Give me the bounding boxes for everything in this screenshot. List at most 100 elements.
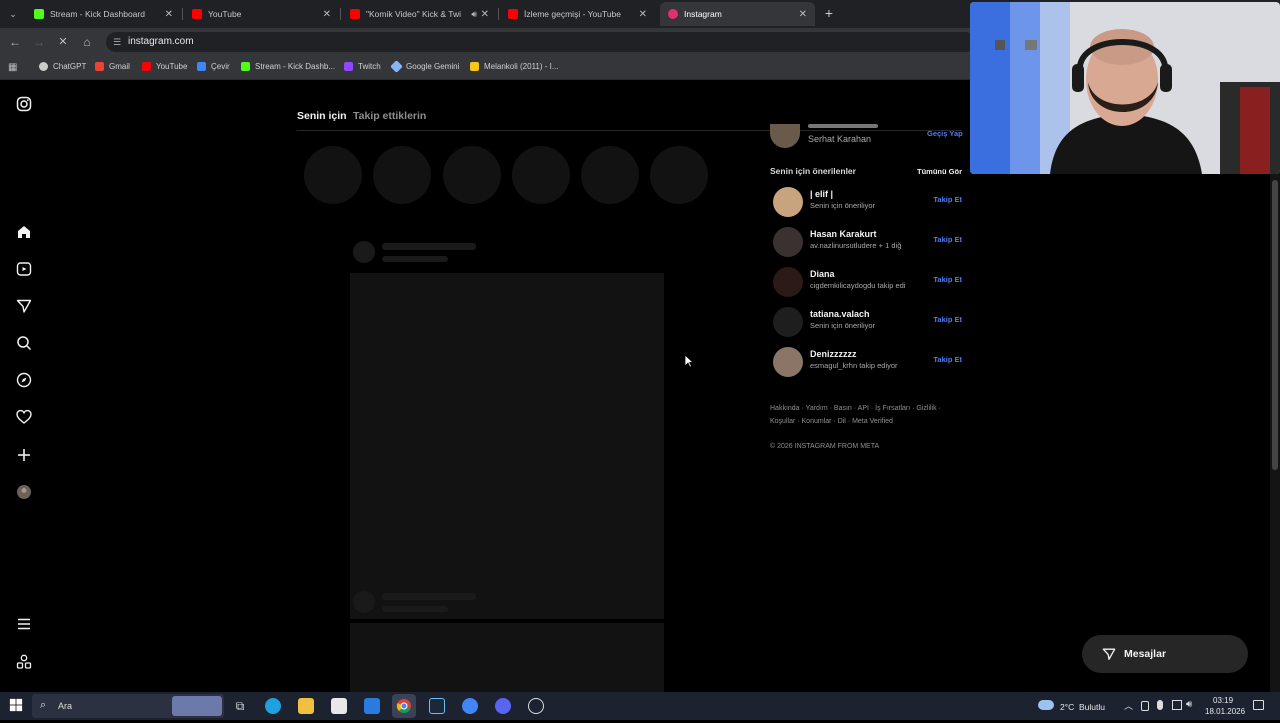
close-tab-icon[interactable]: ✕ — [323, 9, 331, 20]
suggestion-username[interactable]: | elif | — [810, 189, 833, 199]
stop-loading-icon[interactable]: ✕ — [56, 35, 70, 49]
tab-youtube[interactable]: YouTube ✕ — [184, 2, 339, 26]
follow-button[interactable]: Takip Et — [933, 355, 962, 364]
search-icon: ⌕ — [40, 699, 47, 711]
tab-title: "Komik Video" Kick & Twitc — [366, 9, 461, 19]
edge-browser-icon[interactable] — [265, 698, 281, 714]
reels-nav-icon[interactable] — [16, 261, 32, 277]
tab-instagram[interactable]: Instagram ✕ — [660, 2, 815, 26]
close-tab-icon[interactable]: ✕ — [165, 9, 173, 20]
notifications-heart-icon[interactable] — [16, 409, 32, 425]
bookmark-cevir[interactable]: Çevir — [197, 62, 230, 71]
taskbar-search-box[interactable]: ⌕ Ara — [32, 694, 224, 718]
bookmark-chatgpt[interactable]: ChatGPT — [39, 62, 86, 71]
close-tab-icon[interactable]: ✕ — [799, 9, 807, 20]
apps-grid-icon[interactable]: ▦ — [8, 62, 17, 73]
footer-links-line-1[interactable]: Hakkında · Yardım · Basın · API · İş Fır… — [770, 405, 941, 412]
chrome-active-icon[interactable] — [392, 694, 416, 718]
file-explorer-icon[interactable] — [298, 698, 314, 714]
home-nav-icon[interactable] — [16, 224, 32, 240]
tray-overflow-chevron-icon[interactable]: ︿ — [1124, 699, 1133, 712]
task-view-icon[interactable]: ⧉ — [232, 698, 248, 714]
explore-compass-icon[interactable] — [16, 372, 32, 388]
follow-button[interactable]: Takip Et — [933, 235, 962, 244]
microsoft-store-icon[interactable] — [331, 698, 347, 714]
speaker-icon[interactable]: 🔊︎ — [471, 9, 477, 20]
tab-senin-icin[interactable]: Senin için — [297, 110, 347, 122]
microphone-icon[interactable] — [1157, 700, 1163, 710]
avatar[interactable] — [773, 307, 803, 337]
discord-icon[interactable] — [495, 698, 511, 714]
search-nav-icon[interactable] — [16, 335, 32, 351]
instagram-favicon-icon — [668, 9, 678, 19]
messages-nav-icon[interactable] — [16, 298, 32, 314]
tab-search-chevron-icon[interactable]: ⌄ — [6, 7, 20, 21]
switch-account-link[interactable]: Geçiş Yap — [927, 129, 963, 138]
instagram-logo-icon[interactable] — [16, 96, 32, 112]
search-highlight-image-icon — [172, 696, 222, 716]
site-info-icon[interactable]: ☰ — [113, 32, 121, 52]
mail-app-icon[interactable] — [364, 698, 380, 714]
volume-icon[interactable]: 🔊︎ — [1186, 699, 1192, 710]
steam-icon[interactable] — [429, 698, 445, 714]
tab-komik-video[interactable]: "Komik Video" Kick & Twitc 🔊︎ ✕ — [342, 2, 497, 26]
suggestion-reason: Senin için öneriliyor — [810, 321, 876, 330]
bookmark-gemini[interactable]: Google Gemini — [390, 60, 459, 73]
weather-text[interactable]: 2°C Bulutlu — [1060, 702, 1105, 712]
current-user-avatar[interactable] — [770, 124, 800, 148]
suggestion-username[interactable]: Hasan Karakurt — [810, 229, 877, 239]
profile-avatar[interactable] — [16, 484, 32, 500]
bookmark-kick[interactable]: Stream - Kick Dashb... — [241, 62, 335, 71]
forward-arrow-icon[interactable]: → — [32, 35, 46, 49]
messages-button[interactable]: Mesajlar — [1082, 635, 1248, 673]
page-scrollbar-thumb[interactable] — [1272, 180, 1278, 470]
close-tab-icon[interactable]: ✕ — [639, 9, 647, 20]
create-plus-icon[interactable] — [16, 447, 32, 463]
bookmark-gmail[interactable]: Gmail — [95, 62, 130, 71]
mouse-cursor-icon — [684, 354, 695, 368]
post-sub-placeholder — [382, 606, 448, 612]
obs-studio-icon[interactable] — [528, 698, 544, 714]
youtube-icon — [142, 62, 151, 71]
home-icon[interactable]: ⌂ — [80, 35, 94, 49]
suggestion-username[interactable]: Denizzzzzz — [810, 349, 857, 359]
bookmark-twitch[interactable]: Twitch — [344, 62, 381, 71]
tray-icon-1[interactable] — [1141, 701, 1149, 711]
suggestion-item: Hasan Karakurt av.nazlinursutludere + 1 … — [770, 225, 965, 259]
bookmark-melankoli[interactable]: Melankoli (2011) - I... — [470, 62, 559, 71]
tab-izleme-gecmisi[interactable]: İzleme geçmişi - YouTube ✕ — [500, 2, 655, 26]
follow-button[interactable]: Takip Et — [933, 195, 962, 204]
suggestion-item: Diana cigdemkilicaydogdu takip edi Takip… — [770, 265, 965, 299]
bookmark-youtube[interactable]: YouTube — [142, 62, 187, 71]
weather-icon[interactable] — [1038, 700, 1054, 710]
follow-button[interactable]: Takip Et — [933, 275, 962, 284]
avatar[interactable] — [773, 267, 803, 297]
bookmark-label: YouTube — [156, 62, 188, 71]
meta-apps-icon[interactable] — [16, 654, 32, 670]
story-placeholder — [650, 146, 708, 204]
more-menu-icon[interactable] — [16, 616, 32, 632]
avatar[interactable] — [773, 227, 803, 257]
story-placeholder — [443, 146, 501, 204]
notification-center-icon[interactable] — [1253, 700, 1264, 710]
avatar[interactable] — [773, 187, 803, 217]
new-tab-plus-icon[interactable]: + — [822, 6, 836, 20]
footer-links-line-2[interactable]: Koşullar · Konumlar · Dil · Meta Verifie… — [770, 418, 893, 425]
follow-button[interactable]: Takip Et — [933, 315, 962, 324]
tab-title: YouTube — [208, 9, 242, 19]
clock-time[interactable]: 03:19 — [1213, 696, 1233, 705]
tab-separator — [182, 8, 183, 20]
close-tab-icon[interactable]: ✕ — [481, 9, 489, 20]
address-bar[interactable]: ☰ instagram.com — [106, 32, 976, 52]
avatar[interactable] — [773, 347, 803, 377]
tab-takip-ettiklerin[interactable]: Takip ettiklerin — [353, 110, 426, 122]
network-icon[interactable] — [1172, 700, 1182, 710]
suggestion-username[interactable]: tatiana.valach — [810, 309, 870, 319]
see-all-link[interactable]: Tümünü Gör — [917, 167, 962, 176]
chrome-profile-icon[interactable] — [462, 698, 478, 714]
tab-kick-dashboard[interactable]: Stream - Kick Dashboard ✕ — [26, 2, 181, 26]
suggestion-username[interactable]: Diana — [810, 269, 835, 279]
clock-date[interactable]: 18.01.2026 — [1205, 707, 1245, 716]
windows-start-icon[interactable] — [9, 698, 25, 714]
back-arrow-icon[interactable]: ← — [8, 35, 22, 49]
